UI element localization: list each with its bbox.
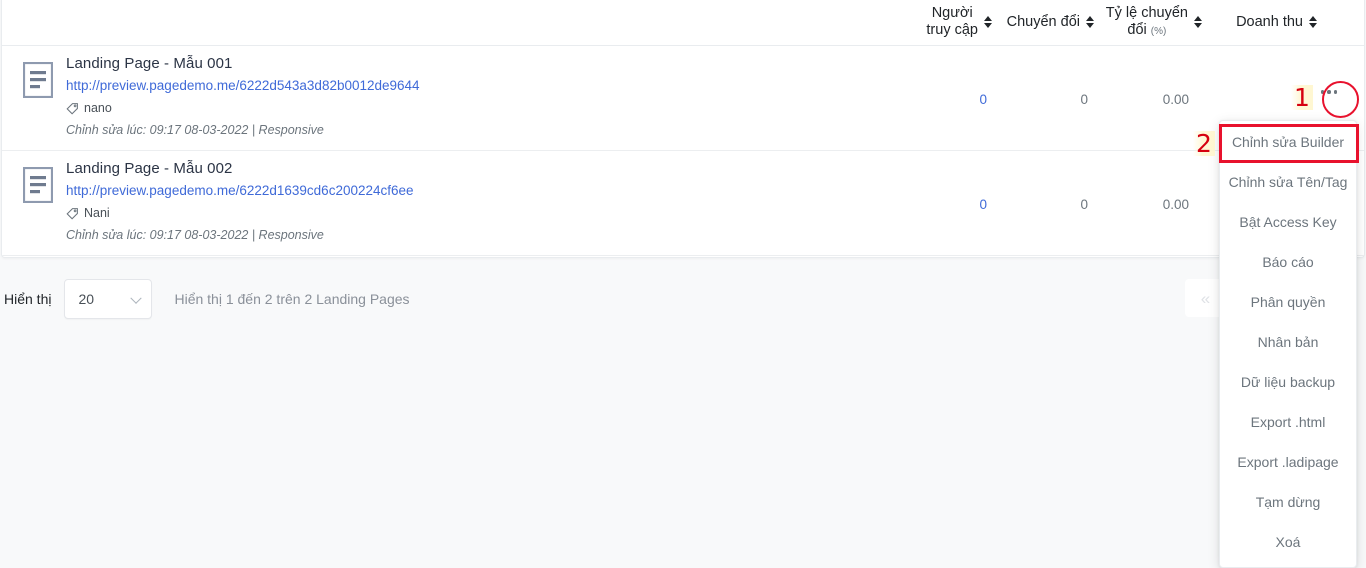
page-tag: Nani [66,206,110,220]
menu-item-export-html[interactable]: Export .html [1220,402,1356,442]
column-header-conversion-rate-unit: (%) [1150,26,1167,37]
document-icon [23,167,53,203]
column-header-conversion-rate-line2: đổi (%) [1106,22,1188,39]
menu-item-duplicate[interactable]: Nhân bản [1220,322,1356,362]
column-header-revenue-line1: Doanh thu [1236,13,1303,30]
page-tag: nano [66,101,112,115]
table-row[interactable]: Landing Page - Mẫu 002 http://preview.pa… [2,151,1364,256]
column-header-visitors-line1: Người [931,5,973,22]
menu-item-edit-builder[interactable]: Chỉnh sửa Builder [1220,122,1356,162]
menu-item-edit-name-tag[interactable]: Chỉnh sửa Tên/Tag [1220,162,1356,202]
tag-icon [66,102,79,115]
sort-icon-visitors[interactable] [983,16,992,28]
page-meta: Chỉnh sửa lúc: 09:17 08-03-2022 | Respon… [66,228,324,242]
pagination-prev-button[interactable]: « [1185,279,1223,317]
table-footer: Hiển thị 20 Hiển thị 1 đến 2 trên 2 Land… [0,272,1366,326]
pagination-summary: Hiển thị 1 đến 2 trên 2 Landing Pages [174,291,410,307]
menu-item-export-ladipage[interactable]: Export .ladipage [1220,442,1356,482]
column-header-visitors[interactable]: Người truy cập [907,0,992,46]
column-header-visitors-line2: truy cập [926,22,978,38]
sort-icon-conversion-rate[interactable] [1193,16,1202,28]
document-icon [23,62,53,98]
column-header-conversion-rate[interactable]: Tỷ lệ chuyển đổi (%) [1102,0,1202,46]
column-header-conversions-label: Chuyển đổi [1007,14,1080,31]
cell-conversion-rate: 0.00 [1162,91,1189,107]
column-header-visitors-label: Người truy cập [926,5,978,38]
table-header-row: Người truy cập Chuyển đổi Tỷ lệ chuyển đ… [2,0,1364,46]
sort-icon-revenue[interactable] [1308,16,1317,28]
page-url-link[interactable]: http://preview.pagedemo.me/6222d1639cd6c… [66,183,414,198]
page-url-link[interactable]: http://preview.pagedemo.me/6222d543a3d82… [66,78,420,93]
menu-item-delete[interactable]: Xoá [1220,522,1356,562]
page-size-select[interactable]: 20 [64,279,153,319]
page-title: Landing Page - Mẫu 001 [66,55,233,72]
chevron-down-icon [130,292,143,304]
column-header-revenue[interactable]: Doanh thu [1217,0,1317,46]
cell-conversions: 0 [1080,91,1088,107]
table-row[interactable]: Landing Page - Mẫu 001 http://preview.pa… [2,46,1364,151]
page-size-label: Hiển thị [4,291,52,307]
column-header-revenue-label: Doanh thu [1236,14,1303,31]
column-header-conversions-line1: Chuyển đổi [1006,13,1080,30]
column-header-conversions[interactable]: Chuyển đổi [1002,0,1094,46]
column-header-conversion-rate-line2-text: đổi [1127,22,1147,38]
cell-revenue [1212,90,1312,108]
tag-icon [66,207,79,220]
menu-item-report[interactable]: Báo cáo [1220,242,1356,282]
cell-visitors[interactable]: 0 [907,195,987,213]
double-chevron-left-icon: « [1200,288,1211,308]
page-title: Landing Page - Mẫu 002 [66,160,233,177]
cell-visitors[interactable]: 0 [907,90,987,108]
landing-pages-table-card: Người truy cập Chuyển đổi Tỷ lệ chuyển đ… [1,0,1365,258]
sort-icon-conversions[interactable] [1085,16,1094,28]
menu-item-enable-access-key[interactable]: Bật Access Key [1220,202,1356,242]
page-tag-label: Nani [84,206,110,220]
page-tag-label: nano [84,101,112,115]
page-meta: Chỉnh sửa lúc: 09:17 08-03-2022 | Respon… [66,123,324,137]
menu-item-backup-data[interactable]: Dữ liệu backup [1220,362,1356,402]
ellipsis-icon[interactable] [1312,78,1346,106]
cell-conversions: 0 [1080,196,1088,212]
row-actions-dropdown: Chỉnh sửa Builder Chỉnh sửa Tên/Tag Bật … [1219,120,1357,568]
menu-item-permissions[interactable]: Phân quyền [1220,282,1356,322]
column-header-conversion-rate-line1: Tỷ lệ chuyển [1105,5,1188,22]
column-header-conversion-rate-label: Tỷ lệ chuyển đổi (%) [1106,5,1188,38]
menu-item-pause[interactable]: Tạm dừng [1220,482,1356,522]
page-size-value: 20 [78,291,95,307]
page-root: Người truy cập Chuyển đổi Tỷ lệ chuyển đ… [0,0,1366,568]
cell-conversion-rate: 0.00 [1162,196,1189,212]
